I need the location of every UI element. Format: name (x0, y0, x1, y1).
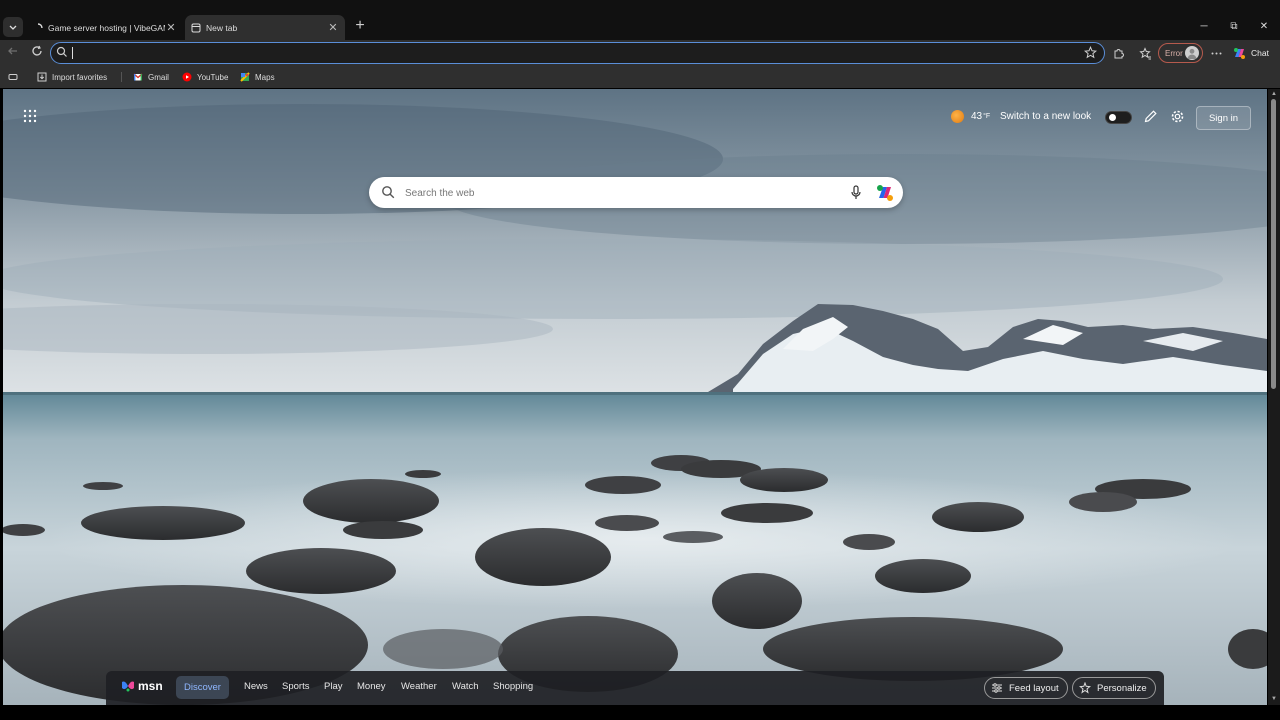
tab-actions-menu-button[interactable] (3, 17, 23, 37)
chevron-down-icon (9, 25, 17, 30)
msn-butterfly-icon (122, 681, 134, 692)
favorites-star-list-icon (1138, 46, 1151, 59)
restore-button[interactable]: ⧉ (1227, 20, 1241, 34)
profile-error-label: Error (1165, 48, 1183, 58)
gear-icon (1171, 110, 1184, 123)
msn-nav-weather[interactable]: Weather (401, 681, 437, 692)
minimize-button[interactable]: ─ (1197, 20, 1211, 34)
weather-unit: °F (983, 113, 991, 120)
copilot-icon[interactable] (875, 183, 895, 203)
sign-in-button[interactable]: Sign in (1196, 106, 1251, 130)
bookmarks-divider (121, 72, 122, 82)
msn-nav-shopping[interactable]: Shopping (493, 681, 533, 692)
feed-layout-button[interactable]: Feed layout (984, 677, 1068, 699)
tab-game-server-hosting[interactable]: Game server hosting | VibeGAMES ✕ (27, 15, 183, 40)
search-icon (382, 186, 395, 199)
toggle-knob (1109, 114, 1116, 121)
personalize-label: Personalize (1097, 682, 1147, 694)
tab-close-button[interactable]: ✕ (165, 21, 177, 34)
pencil-icon (1144, 110, 1157, 123)
tab-actions-icon (8, 74, 18, 80)
personalize-button[interactable]: Personalize (1072, 677, 1156, 699)
tab-close-button[interactable]: ✕ (327, 21, 339, 34)
new-look-toggle[interactable] (1105, 111, 1132, 124)
msn-nav-watch[interactable]: Watch (452, 681, 479, 692)
scroll-down-arrow-icon[interactable]: ▼ (1269, 695, 1279, 703)
import-icon (37, 72, 47, 82)
status-strip (0, 705, 1280, 720)
refresh-icon (32, 45, 42, 56)
bookmark-maps[interactable]: Maps (240, 71, 275, 83)
layout-sliders-icon (992, 683, 1002, 693)
new-tab-button[interactable]: + (352, 17, 368, 35)
tab-title: New tab (206, 22, 238, 33)
bookmark-gmail[interactable]: Gmail (133, 71, 169, 83)
tab-title: Game server hosting | VibeGAMES (48, 22, 165, 33)
msn-logo-text: msn (138, 679, 163, 693)
feed-layout-label: Feed layout (1009, 682, 1059, 694)
arrow-left-icon (8, 47, 17, 55)
puzzle-icon (1114, 48, 1124, 58)
scrollbar-thumb[interactable] (1271, 99, 1276, 389)
new-tab-page-icon (191, 23, 201, 33)
page-settings-button[interactable] (1170, 109, 1186, 125)
sparkle-star-icon (1079, 682, 1091, 694)
refresh-button[interactable] (29, 45, 45, 61)
bookmark-label: YouTube (197, 72, 229, 82)
avatar (1185, 46, 1199, 60)
more-dots-icon (1211, 52, 1221, 54)
gmail-icon (133, 72, 143, 82)
profile-error-button[interactable]: Error (1158, 43, 1203, 63)
close-window-button[interactable]: ✕ (1257, 20, 1271, 34)
favorites-button[interactable] (1137, 45, 1153, 61)
search-input[interactable] (405, 185, 835, 201)
weather-widget[interactable]: 43 °F (951, 110, 990, 123)
maps-icon (240, 72, 250, 82)
back-button[interactable] (5, 45, 21, 61)
chat-label: Chat (1251, 48, 1269, 58)
copilot-icon (1234, 47, 1245, 59)
add-favorite-star-icon[interactable] (1084, 46, 1097, 59)
microphone-icon[interactable] (849, 185, 863, 200)
web-search-box[interactable] (369, 177, 903, 208)
loading-spinner-icon (33, 22, 43, 33)
extensions-button[interactable] (1110, 45, 1126, 61)
scroll-up-arrow-icon[interactable]: ▲ (1269, 90, 1279, 98)
app-grid-icon (23, 109, 37, 123)
bookmark-label: Maps (255, 72, 275, 82)
favorites-bar-toggle[interactable] (8, 71, 18, 83)
favorites-bar: Import favorites Gmail YouTube Maps (0, 66, 1280, 88)
msn-nav-play[interactable]: Play (324, 681, 342, 692)
address-input[interactable] (75, 44, 1075, 61)
address-bar[interactable] (50, 42, 1105, 64)
edit-page-button[interactable] (1143, 109, 1159, 125)
bookmark-youtube[interactable]: YouTube (182, 71, 228, 83)
sunny-weather-icon (951, 110, 964, 123)
copilot-chat-button[interactable]: Chat (1232, 44, 1274, 62)
tab-new-tab[interactable]: New tab ✕ (185, 15, 345, 40)
msn-feed-bar: msn Discover News Sports Play Money Weat… (106, 671, 1164, 705)
bookmark-label: Gmail (148, 72, 169, 82)
switch-new-look-label: Switch to a new look (1000, 111, 1092, 122)
msn-nav-discover[interactable]: Discover (176, 676, 229, 699)
bookmark-label: Import favorites (52, 72, 108, 82)
msn-nav-money[interactable]: Money (357, 681, 386, 692)
apps-launcher-button[interactable] (23, 109, 39, 125)
msn-nav-news[interactable]: News (244, 681, 268, 692)
tab-strip: Game server hosting | VibeGAMES ✕ New ta… (0, 0, 1280, 40)
youtube-icon (182, 72, 192, 82)
page-scrollbar[interactable]: ▲ ▼ (1268, 89, 1280, 705)
weather-temperature: 43 (971, 111, 983, 122)
bookmark-import-favorites[interactable]: Import favorites (37, 71, 107, 83)
msn-logo[interactable]: msn (121, 679, 163, 693)
new-tab-page: 43 °F Switch to a new look Sign in msn D… (3, 89, 1267, 705)
settings-and-more-button[interactable] (1208, 45, 1224, 61)
msn-nav-sports[interactable]: Sports (282, 681, 309, 692)
browser-toolbar: Error Chat (0, 40, 1280, 66)
search-icon (56, 46, 67, 57)
text-cursor (72, 47, 73, 59)
